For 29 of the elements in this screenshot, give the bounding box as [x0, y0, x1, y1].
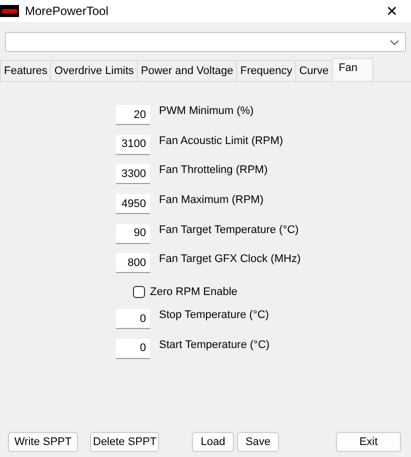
number-field[interactable]: 0: [116, 309, 150, 330]
button[interactable]: Delete SPPT: [90, 432, 159, 452]
number-field[interactable]: 4950: [116, 194, 150, 214]
tab[interactable]: Features: [0, 60, 52, 81]
button[interactable]: Exit: [336, 432, 401, 452]
number-field[interactable]: 3100: [116, 134, 150, 155]
field-label: Stop Temperature (°C): [159, 308, 269, 324]
field-label: PWM Minimum (%): [159, 104, 254, 119]
number-field[interactable]: 20: [116, 105, 150, 125]
number-field[interactable]: 90: [116, 224, 150, 244]
field-label: Fan Maximum (RPM): [159, 193, 264, 208]
number-field[interactable]: 0: [116, 338, 150, 359]
tab[interactable]: Fan: [332, 58, 373, 81]
field-label: Fan Target Temperature (°C): [159, 222, 299, 238]
button[interactable]: Write SPPT: [8, 432, 78, 452]
checkbox[interactable]: [133, 286, 145, 298]
chevron-down-icon: [390, 40, 399, 44]
button[interactable]: Save: [237, 432, 279, 452]
field-label: Fan Throtteling (RPM): [159, 163, 268, 178]
number-field[interactable]: 3300: [116, 164, 150, 184]
app-logo-icon: [0, 5, 19, 17]
field-label: Fan Target GFX Clock (MHz): [159, 252, 301, 268]
button[interactable]: Load: [192, 432, 234, 452]
field-label: Start Temperature (°C): [159, 338, 270, 353]
field-label: Fan Acoustic Limit (RPM): [159, 134, 284, 149]
number-field[interactable]: 800: [116, 253, 150, 274]
window-title: MorePowerTool: [25, 3, 108, 20]
close-button[interactable]: ✕: [377, 0, 407, 22]
checkbox-label: Zero RPM Enable: [150, 284, 238, 300]
